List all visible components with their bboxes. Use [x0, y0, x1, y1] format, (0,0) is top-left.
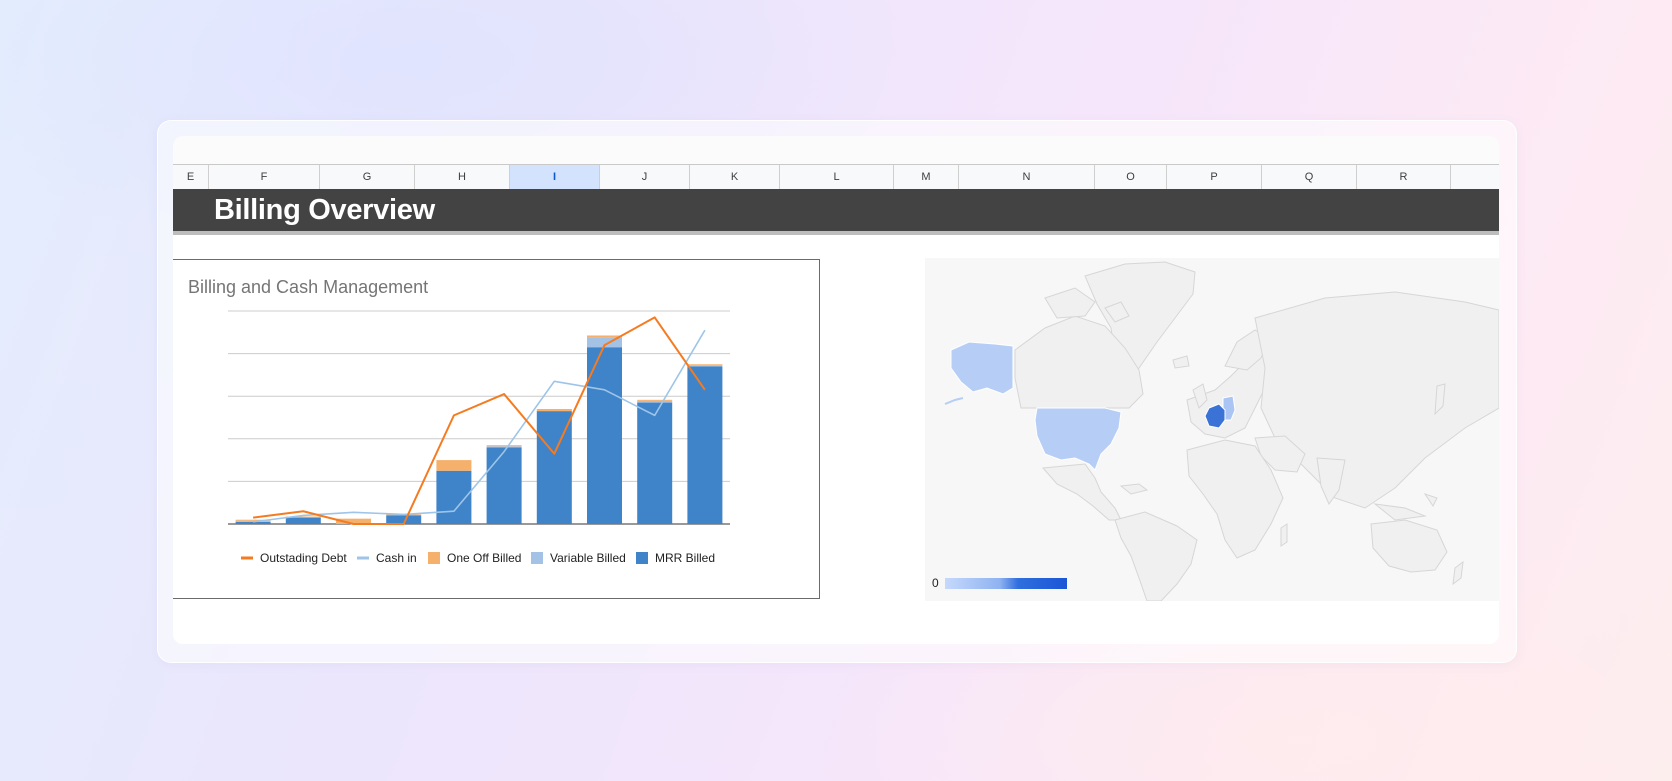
legend-variable-billed-swatch — [531, 552, 543, 564]
map-region-south-america — [1114, 511, 1198, 601]
bar-mrr-billed — [285, 517, 321, 524]
map-region-caribbean — [1119, 483, 1149, 495]
map-region-australia — [1370, 519, 1448, 573]
legend-cash-in-label: Cash in — [376, 551, 417, 565]
world-map — [944, 261, 1499, 601]
line-outstanding-debt — [252, 316, 706, 525]
color-scale-bar — [945, 578, 1067, 589]
legend-outstanding-debt-swatch — [241, 556, 253, 560]
legend-variable-billed-label: Variable Billed — [550, 551, 626, 565]
column-header-h[interactable]: H — [415, 165, 510, 189]
map-region-usa — [1034, 407, 1122, 471]
title-banner[interactable]: Billing Overview — [173, 189, 1499, 235]
bar-variable-billed — [687, 365, 723, 367]
bar-mrr-billed — [637, 402, 673, 524]
column-header-p[interactable]: P — [1167, 165, 1262, 189]
column-header-j[interactable]: J — [600, 165, 690, 189]
bar-variable-billed — [637, 400, 673, 403]
column-header-m[interactable]: M — [894, 165, 959, 189]
spreadsheet: EFGHIJKLMNOPQR Billing Overview Billing … — [173, 136, 1499, 644]
column-header-r[interactable]: R — [1357, 165, 1451, 189]
legend-mrr-billed-swatch — [636, 552, 648, 564]
bar-one-off-billed — [687, 364, 723, 366]
column-header-g[interactable]: G — [320, 165, 415, 189]
column-header-o[interactable]: O — [1095, 165, 1167, 189]
column-header-row: EFGHIJKLMNOPQR — [173, 164, 1499, 190]
billing-chart[interactable]: Billing and Cash Management Outstading D… — [173, 259, 820, 599]
map-region-sea-islands — [1373, 493, 1438, 521]
geo-map-chart[interactable]: 0 — [925, 258, 1499, 601]
bar-mrr-billed — [235, 521, 271, 524]
map-region-asia — [1254, 291, 1499, 509]
column-header-k[interactable]: K — [690, 165, 780, 189]
bar-mrr-billed — [486, 447, 522, 524]
bar-one-off-billed — [486, 445, 522, 447]
column-header-n[interactable]: N — [959, 165, 1095, 189]
map-region-iceland — [1172, 355, 1190, 369]
column-header-e[interactable]: E — [173, 165, 209, 189]
bar-one-off-billed — [536, 408, 572, 412]
map-region-madagascar — [1280, 523, 1288, 547]
map-region-alaska — [950, 341, 1014, 395]
column-header-l[interactable]: L — [780, 165, 894, 189]
legend-outstanding-debt-label: Outstading Debt — [260, 551, 347, 565]
legend-mrr-billed-label: MRR Billed — [655, 551, 715, 565]
line-cash-in — [252, 329, 706, 523]
legend-one-off-billed-label: One Off Billed — [447, 551, 521, 565]
column-header-f[interactable]: F — [209, 165, 320, 189]
bar-one-off-billed — [436, 460, 472, 471]
map-region-alaska-chain — [944, 397, 964, 405]
map-region-new-zealand — [1452, 560, 1464, 586]
bar-variable-billed — [486, 446, 522, 448]
color-scale-min-label: 0 — [932, 576, 939, 590]
legend-cash-in-swatch — [357, 556, 369, 560]
map-region-mexico — [1041, 463, 1122, 521]
bar-mrr-billed — [687, 366, 723, 524]
banner-title: Billing Overview — [214, 194, 435, 226]
bar-one-off-billed — [637, 399, 673, 401]
column-header-q[interactable]: Q — [1262, 165, 1357, 189]
column-header-i[interactable]: I — [510, 165, 600, 189]
legend-one-off-billed-swatch — [428, 552, 440, 564]
chart-svg: Outstading Debt Cash in One Off Billed Vari… — [228, 310, 730, 565]
